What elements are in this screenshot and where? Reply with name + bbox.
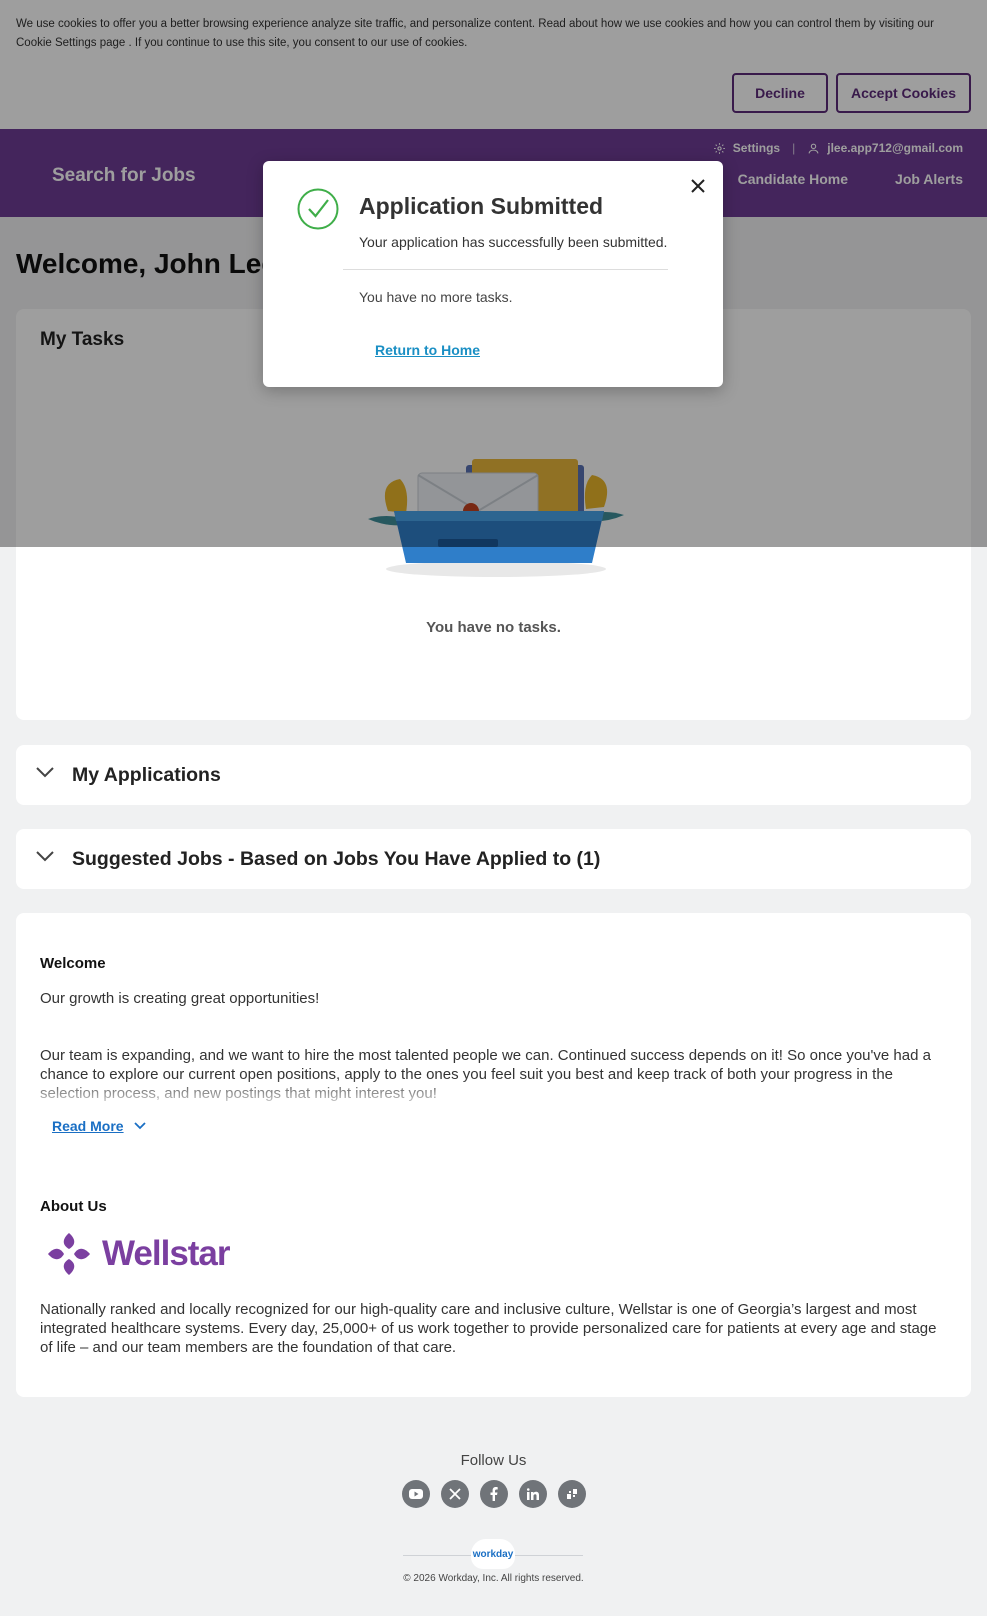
wellstar-logo-mark xyxy=(48,1233,90,1275)
facebook-icon[interactable] xyxy=(480,1480,508,1508)
return-to-home-link[interactable]: Return to Home xyxy=(375,342,480,358)
chevron-down-icon xyxy=(133,1122,146,1130)
linkedin-icon[interactable] xyxy=(519,1480,547,1508)
welcome-heading: Welcome xyxy=(40,955,106,972)
welcome-about-card: Welcome Our growth is creating great opp… xyxy=(16,913,971,1397)
dialog-title: Application Submitted xyxy=(359,193,604,219)
read-more-label: Read More xyxy=(52,1118,124,1134)
about-heading: About Us xyxy=(40,1198,107,1215)
workday-logo: workday xyxy=(471,1539,515,1569)
x-icon[interactable] xyxy=(441,1480,469,1508)
suggested-jobs-title: Suggested Jobs - Based on Jobs You Have … xyxy=(72,848,601,870)
dialog-divider xyxy=(343,269,668,270)
social-links xyxy=(402,1480,586,1508)
dialog-subtitle: Your application has successfully been s… xyxy=(359,234,668,250)
welcome-body: Our team is expanding, and we want to hi… xyxy=(40,1047,931,1102)
follow-us-label: Follow Us xyxy=(460,1452,527,1469)
application-submitted-dialog: Application Submitted Your application h… xyxy=(263,161,723,387)
my-applications-title: My Applications xyxy=(72,764,221,786)
suggested-jobs-accordion[interactable]: Suggested Jobs - Based on Jobs You Have … xyxy=(16,829,971,889)
close-icon[interactable] xyxy=(688,176,708,196)
dialog-tasks-text: You have no more tasks. xyxy=(359,289,513,305)
check-circle-icon xyxy=(297,188,339,230)
copyright-text: © 2026 Workday, Inc. All rights reserved… xyxy=(403,1573,584,1584)
my-applications-accordion[interactable]: My Applications xyxy=(16,745,971,805)
youtube-icon[interactable] xyxy=(402,1480,430,1508)
read-more-link[interactable]: Read More xyxy=(52,1118,146,1134)
glassdoor-icon[interactable] xyxy=(558,1480,586,1508)
chevron-down-icon xyxy=(36,767,54,778)
wellstar-logo: Wellstar xyxy=(46,1231,231,1277)
about-body: Nationally ranked and locally recognized… xyxy=(40,1301,937,1356)
welcome-tagline: Our growth is creating great opportuniti… xyxy=(40,990,320,1007)
wellstar-logo-text: Wellstar xyxy=(102,1234,231,1273)
no-tasks-message: You have no tasks. xyxy=(426,619,561,636)
chevron-down-icon xyxy=(36,851,54,862)
